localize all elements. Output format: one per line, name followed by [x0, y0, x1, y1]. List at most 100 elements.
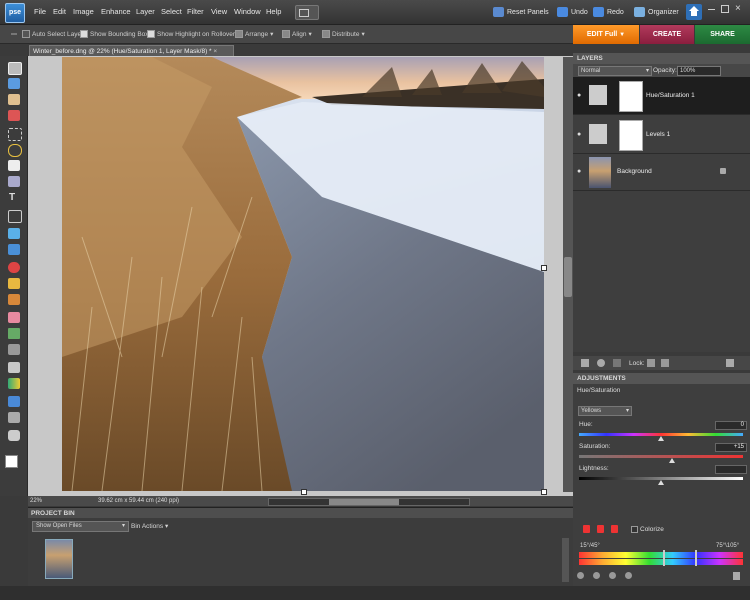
move-tool-icon[interactable]: [8, 62, 22, 75]
new-layer-icon[interactable]: [581, 359, 589, 367]
close-tab-icon[interactable]: ×: [213, 48, 217, 55]
tab-edit[interactable]: EDIT Full ▼: [573, 25, 639, 44]
home-button[interactable]: [686, 4, 702, 20]
lightness-slider-thumb[interactable]: [658, 480, 664, 485]
trash-icon[interactable]: [726, 359, 734, 367]
hand-tool-icon[interactable]: [8, 94, 20, 105]
lasso-tool-icon[interactable]: [8, 144, 22, 157]
zoom-tool-icon[interactable]: [8, 78, 20, 89]
undo-button[interactable]: Undo: [557, 5, 588, 19]
menu-layer[interactable]: Layer: [136, 7, 155, 16]
colorize-checkbox[interactable]: [631, 526, 638, 533]
menu-help[interactable]: Help: [266, 7, 281, 16]
blur-tool-icon[interactable]: [8, 412, 20, 423]
bin-actions-menu[interactable]: Bin Actions ▾: [131, 522, 168, 530]
redo-button[interactable]: Redo: [593, 5, 624, 19]
menu-view[interactable]: View: [211, 7, 227, 16]
brush-tool-icon[interactable]: [8, 328, 20, 339]
eyedropper-icon[interactable]: [583, 525, 590, 533]
blend-mode-dropdown[interactable]: Normal ▾: [578, 66, 652, 76]
opacity-input[interactable]: 100%: [677, 66, 721, 76]
eyedropper-tool-icon[interactable]: [8, 110, 20, 121]
clone-stamp-tool-icon[interactable]: [8, 294, 20, 305]
channel-dropdown[interactable]: Yellows ▾: [578, 406, 632, 416]
gradient-tool-icon[interactable]: [8, 378, 20, 389]
smart-brush-tool-icon[interactable]: [8, 344, 20, 355]
magic-wand-tool-icon[interactable]: [8, 160, 20, 171]
previous-state-icon[interactable]: [609, 572, 616, 579]
shape-tool-icon[interactable]: [8, 396, 20, 407]
quick-selection-tool-icon[interactable]: [8, 176, 20, 187]
lock-all-icon[interactable]: [661, 359, 669, 367]
menu-filter[interactable]: Filter: [187, 7, 204, 16]
paint-bucket-tool-icon[interactable]: [8, 362, 20, 373]
menu-image[interactable]: Image: [73, 7, 94, 16]
lightness-value-input[interactable]: [715, 465, 747, 474]
layer-row[interactable]: ● Hue/Saturation 1: [573, 77, 750, 115]
transform-handle-corner[interactable]: [541, 489, 547, 495]
close-window-icon[interactable]: ×: [735, 3, 741, 14]
menu-select[interactable]: Select: [161, 7, 182, 16]
foreground-color-swatch[interactable]: [5, 455, 18, 468]
link-icon[interactable]: [613, 359, 621, 367]
eye-icon[interactable]: ●: [577, 131, 581, 138]
lightness-label: Lightness:: [579, 465, 609, 472]
saturation-slider-track[interactable]: [579, 455, 743, 458]
reset-panels-button[interactable]: Reset Panels: [493, 5, 549, 19]
scroll-thumb[interactable]: [564, 257, 572, 297]
arrange-menu[interactable]: Arrange ▾: [235, 30, 273, 38]
marquee-tool-icon[interactable]: [8, 128, 22, 141]
menu-enhance[interactable]: Enhance: [101, 7, 131, 16]
document-image[interactable]: [62, 57, 544, 491]
saturation-slider-thumb[interactable]: [669, 458, 676, 463]
eye-icon[interactable]: ●: [577, 168, 581, 175]
spot-healing-tool-icon[interactable]: [8, 278, 20, 289]
vertical-scrollbar[interactable]: [563, 57, 573, 492]
hue-slider-thumb[interactable]: [658, 436, 664, 441]
eraser-tool-icon[interactable]: [8, 312, 20, 323]
crop-tool-icon[interactable]: [8, 210, 22, 223]
organizer-button[interactable]: Organizer: [634, 5, 679, 19]
saturation-value-input[interactable]: +15: [715, 443, 747, 452]
transform-handle-right[interactable]: [541, 265, 547, 271]
menu-file[interactable]: File: [34, 7, 46, 16]
layer-mask-thumbnail[interactable]: [619, 120, 643, 151]
eye-icon[interactable]: ●: [577, 92, 581, 99]
layer-row[interactable]: ● Background: [573, 153, 750, 191]
transform-handle-bottom[interactable]: [301, 489, 307, 495]
visibility-icon[interactable]: [593, 572, 600, 579]
reset-icon[interactable]: [625, 572, 632, 579]
color-range-selector[interactable]: [663, 550, 697, 566]
distribute-menu[interactable]: Distribute ▾: [322, 30, 365, 38]
horizontal-scrollbar[interactable]: [268, 498, 470, 506]
eyedropper-plus-icon[interactable]: [597, 525, 604, 533]
sponge-tool-icon[interactable]: [8, 430, 20, 441]
clip-icon[interactable]: [577, 572, 584, 579]
align-menu[interactable]: Align ▾: [282, 30, 312, 38]
menu-window[interactable]: Window: [234, 7, 261, 16]
show-highlight-checkbox[interactable]: Show Highlight on Rollover: [147, 30, 235, 38]
maximize-icon[interactable]: [721, 5, 729, 13]
layer-mask-thumbnail[interactable]: [619, 81, 643, 112]
layer-row[interactable]: ● Levels 1: [573, 116, 750, 154]
menu-edit[interactable]: Edit: [53, 7, 66, 16]
adjustment-layer-button-icon[interactable]: [597, 359, 605, 367]
show-open-files-dropdown[interactable]: Show Open Files ▾: [32, 521, 129, 532]
red-eye-tool-icon[interactable]: [8, 262, 20, 273]
tab-share[interactable]: SHARE: [695, 25, 750, 44]
options-collapse-icon[interactable]: [11, 33, 17, 35]
bin-thumbnail[interactable]: [45, 539, 73, 579]
type-tool-icon[interactable]: T: [9, 192, 15, 203]
lock-transparent-icon[interactable]: [647, 359, 655, 367]
auto-select-layer-checkbox[interactable]: Auto Select Layer: [22, 30, 83, 38]
eyedropper-minus-icon[interactable]: [611, 525, 618, 533]
straighten-tool-icon[interactable]: [8, 244, 20, 255]
hue-value-input[interactable]: 0: [715, 421, 747, 430]
show-bounding-box-checkbox[interactable]: Show Bounding Box: [80, 30, 149, 38]
cookie-cutter-tool-icon[interactable]: [8, 228, 20, 239]
minimize-icon[interactable]: [708, 9, 715, 10]
layout-menu-button[interactable]: [295, 5, 319, 20]
bin-scrollbar[interactable]: [562, 538, 569, 582]
tab-create[interactable]: CREATE: [640, 25, 694, 44]
delete-adjustment-icon[interactable]: [733, 572, 740, 580]
